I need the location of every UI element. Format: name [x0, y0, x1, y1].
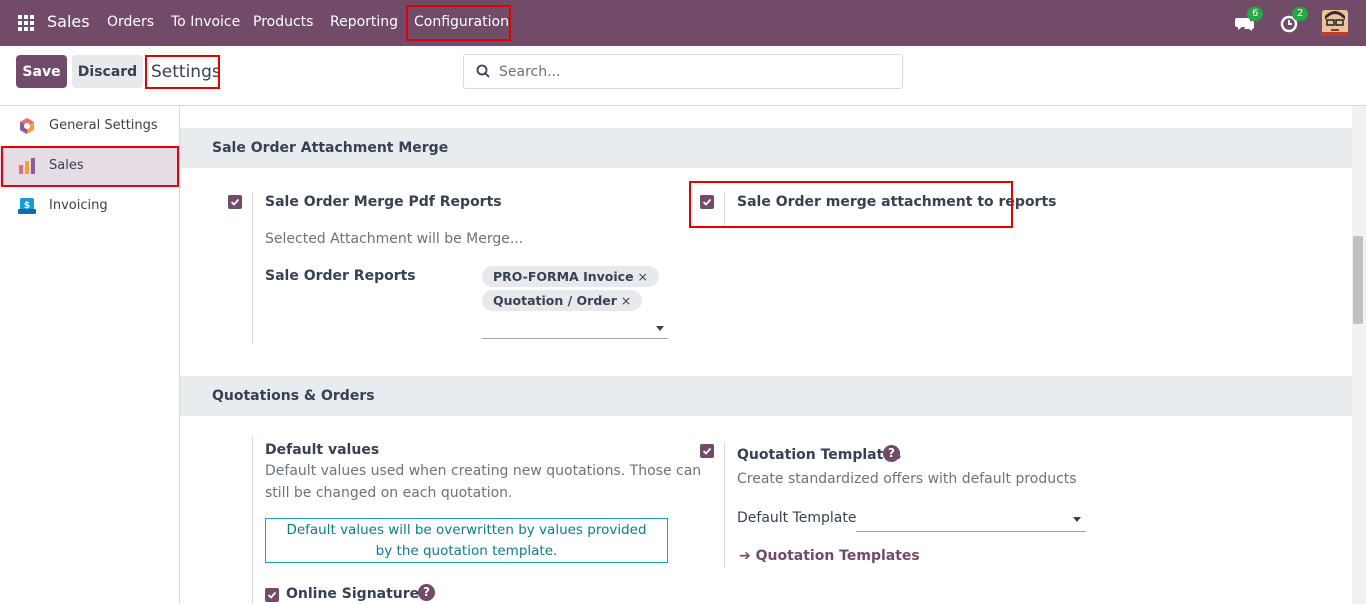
settings-sidebar: General Settings Sales $ Invoicing — [0, 106, 180, 604]
menu-orders[interactable]: Orders — [107, 14, 154, 30]
scrollbar[interactable] — [1352, 106, 1366, 604]
merge-pdf-description: Selected Attachment will be Merge... — [265, 231, 524, 247]
quotation-templates-link[interactable]: ➔ Quotation Templates — [739, 548, 920, 564]
quotation-templates-description: Create standardized offers with default … — [737, 471, 1077, 487]
online-signature-label: Online Signature — [286, 586, 420, 602]
activities-icon[interactable]: 2 — [1280, 7, 1309, 35]
section-title: Sale Order Attachment Merge — [212, 140, 449, 156]
report-tag[interactable]: PRO-FORMA Invoice × — [482, 266, 660, 287]
sidebar-item-invoicing[interactable]: $ Invoicing — [0, 186, 179, 226]
search-input[interactable] — [499, 61, 889, 83]
help-icon[interactable]: ? — [883, 445, 900, 462]
remove-tag-icon[interactable]: × — [638, 269, 648, 284]
control-panel: Save Discard Settings — [0, 46, 1366, 106]
menu-to-invoice[interactable]: To Invoice — [171, 14, 240, 30]
scrollbar-thumb[interactable] — [1353, 236, 1363, 324]
search-icon — [476, 64, 490, 78]
apps-menu-icon[interactable] — [18, 15, 34, 31]
default-values-description-line2: still be changed on each quotation. — [265, 485, 513, 501]
menu-products[interactable]: Products — [253, 14, 313, 30]
online-signature-checkbox[interactable] — [265, 588, 279, 602]
highlight-settings-title — [145, 55, 220, 89]
report-tag[interactable]: Quotation / Order × — [482, 290, 643, 311]
svg-text:$: $ — [24, 201, 30, 211]
chevron-down-icon[interactable] — [1073, 517, 1081, 522]
invoice-icon: $ — [18, 198, 36, 214]
sidebar-item-general-settings[interactable]: General Settings — [0, 106, 179, 146]
menu-reporting[interactable]: Reporting — [330, 14, 398, 30]
sale-order-reports-label: Sale Order Reports — [265, 268, 416, 284]
section-header-attachment-merge: Sale Order Attachment Merge — [180, 128, 1352, 168]
default-values-description-line1: Default values used when creating new qu… — [265, 463, 702, 479]
top-navbar: Sales Orders To Invoice Products Reporti… — [0, 0, 1366, 46]
app-brand[interactable]: Sales — [47, 12, 90, 31]
user-avatar[interactable] — [1322, 10, 1348, 36]
quotation-templates-label: Quotation Templates — [737, 447, 902, 463]
section-title: Quotations & Orders — [212, 388, 375, 404]
messages-icon[interactable]: 6 — [1235, 7, 1264, 35]
default-values-label: Default values — [265, 442, 380, 458]
highlight-merge-attachment — [689, 181, 1013, 228]
help-icon[interactable]: ? — [418, 584, 435, 601]
activities-count-badge: 2 — [1292, 7, 1309, 21]
chevron-down-icon[interactable] — [656, 326, 664, 331]
sidebar-item-label: Invoicing — [49, 198, 108, 213]
setting-divider — [252, 192, 253, 344]
merge-pdf-label: Sale Order Merge Pdf Reports — [265, 194, 502, 210]
remove-tag-icon[interactable]: × — [621, 293, 631, 308]
highlight-configuration — [406, 5, 511, 41]
sidebar-item-label: General Settings — [49, 118, 158, 133]
default-template-select[interactable] — [856, 531, 1086, 532]
section-header-quotations-orders: Quotations & Orders — [180, 376, 1352, 416]
quotation-templates-checkbox[interactable] — [700, 444, 714, 458]
save-button[interactable]: Save — [16, 55, 67, 88]
arrow-right-icon: ➔ — [739, 548, 756, 564]
reports-select-underline[interactable] — [482, 338, 668, 339]
default-template-label: Default Template — [737, 510, 857, 526]
merge-pdf-checkbox[interactable] — [228, 195, 242, 209]
odoo-logo-icon — [20, 118, 34, 134]
setting-divider — [252, 436, 253, 604]
messages-count-badge: 6 — [1247, 7, 1264, 21]
discard-button[interactable]: Discard — [72, 55, 143, 88]
template-override-note: Default values will be overwritten by va… — [265, 518, 668, 563]
setting-divider — [724, 442, 725, 568]
settings-content: Sale Order Attachment Merge Sale Order M… — [180, 106, 1352, 604]
highlight-sales-item — [1, 146, 179, 187]
search-box[interactable] — [463, 54, 903, 89]
